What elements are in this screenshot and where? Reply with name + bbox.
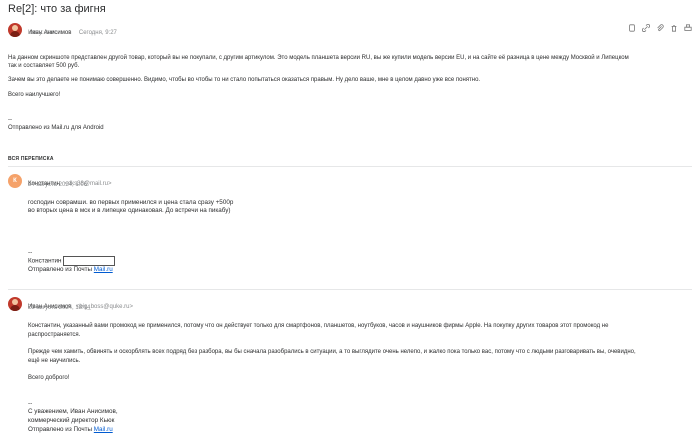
attach-icon[interactable] <box>656 24 664 32</box>
quote-line: Прежде чем хамить, обвинять и оскорблять… <box>28 349 636 355</box>
quote-line: Всего доброго! <box>28 375 70 381</box>
delete-icon[interactable] <box>670 24 678 32</box>
quote-signature-sent: Отправлено из Почты Mail.ru <box>28 266 113 273</box>
print-icon[interactable] <box>684 24 692 32</box>
quote-signature-sent: Отправлено из Почты Mail.ru <box>28 426 113 433</box>
mail-ru-link[interactable]: Mail.ru <box>94 426 113 433</box>
email-subject: Re[2]: что за фигня <box>8 3 106 15</box>
recipient-line[interactable]: Кому: вам <box>28 30 56 36</box>
quote-signature-title: коммерческий директор Кьюк <box>28 417 115 424</box>
quote-avatar[interactable]: К <box>8 174 22 188</box>
quote-line: ещё не научились. <box>28 358 81 364</box>
quote-date: 24 августа 2024, 1:06 <box>28 182 88 188</box>
mail-ru-link[interactable]: Mail.ru <box>94 266 113 273</box>
message-toolbar <box>628 24 692 32</box>
link-icon[interactable] <box>642 24 650 32</box>
message-time: Сегодня, 9:27 <box>78 30 117 36</box>
quote-date: 23 августа 2024, 18:14 <box>28 305 91 311</box>
divider <box>8 166 692 167</box>
signature-sent-from: Отправлено из Mail.ru для Android <box>8 125 104 131</box>
quote-signature-name: Константин <box>28 257 62 265</box>
divider <box>8 289 692 290</box>
body-paragraph: так и составляет 500 руб. <box>8 63 80 69</box>
signature-dash: -- <box>8 117 12 123</box>
sender-avatar[interactable] <box>8 23 22 37</box>
quote-signature-regards: С уважением, Иван Анисимов, <box>28 408 118 415</box>
message-header: Иван Анисимов Сегодня, 9:27 Кому: вам <box>8 20 692 42</box>
mark-icon[interactable] <box>628 24 636 32</box>
quote-line: распространяется. <box>28 332 81 338</box>
quote-line: Константин, указанный вами промокод не п… <box>28 323 609 329</box>
quote-line: во вторых цена в мск и в липецке одинако… <box>28 207 231 214</box>
body-paragraph: Всего наилучшего! <box>8 92 61 98</box>
thread-label[interactable]: ВСЯ ПЕРЕПИСКА <box>8 155 54 163</box>
body-paragraph: Зачем вы это делаете не понимаю совершен… <box>8 77 481 83</box>
body-paragraph: На данном скриншоте представлен другой т… <box>8 55 629 61</box>
quote-avatar[interactable] <box>8 297 22 311</box>
